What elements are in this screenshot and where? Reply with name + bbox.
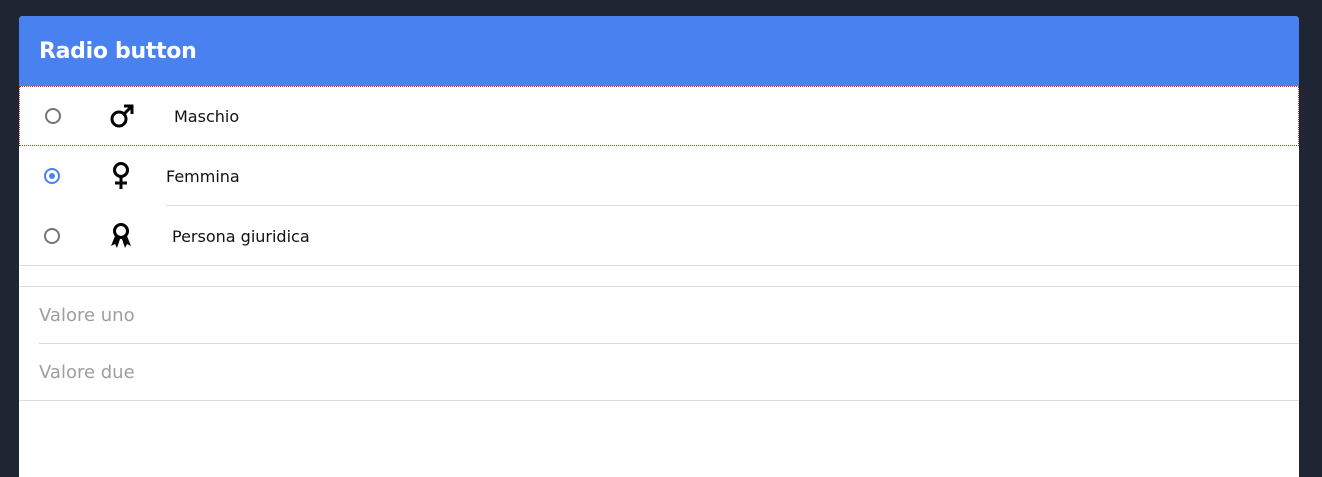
radio-label-femmina: Femmina xyxy=(166,166,240,186)
divider xyxy=(19,265,1299,266)
section-spacer xyxy=(19,266,1299,287)
list-item-valore-uno[interactable]: Valore uno xyxy=(19,287,1299,344)
card-header: Radio button xyxy=(19,16,1299,86)
divider xyxy=(19,400,1299,401)
list-item-valore-due[interactable]: Valore due xyxy=(19,344,1299,401)
radio-option-femmina[interactable]: Femmina xyxy=(19,146,1299,206)
radio-option-maschio[interactable]: Maschio xyxy=(19,86,1299,146)
radio-card: Radio button Maschio Femmina Persona giu… xyxy=(19,16,1299,477)
radio-label-maschio: Maschio xyxy=(174,106,240,126)
card-title: Radio button xyxy=(39,38,197,64)
list-item-label: Valore uno xyxy=(39,305,135,326)
award-ribbon-icon xyxy=(106,221,136,251)
radio-button-maschio[interactable] xyxy=(45,108,61,124)
list-item-label: Valore due xyxy=(39,362,135,383)
radio-button-persona-giuridica[interactable] xyxy=(44,228,60,244)
female-symbol-icon xyxy=(106,161,136,191)
male-symbol-icon xyxy=(107,101,137,131)
radio-label-persona-giuridica: Persona giuridica xyxy=(172,226,310,246)
radio-button-femmina[interactable] xyxy=(44,168,60,184)
radio-option-persona-giuridica[interactable]: Persona giuridica xyxy=(19,206,1299,266)
